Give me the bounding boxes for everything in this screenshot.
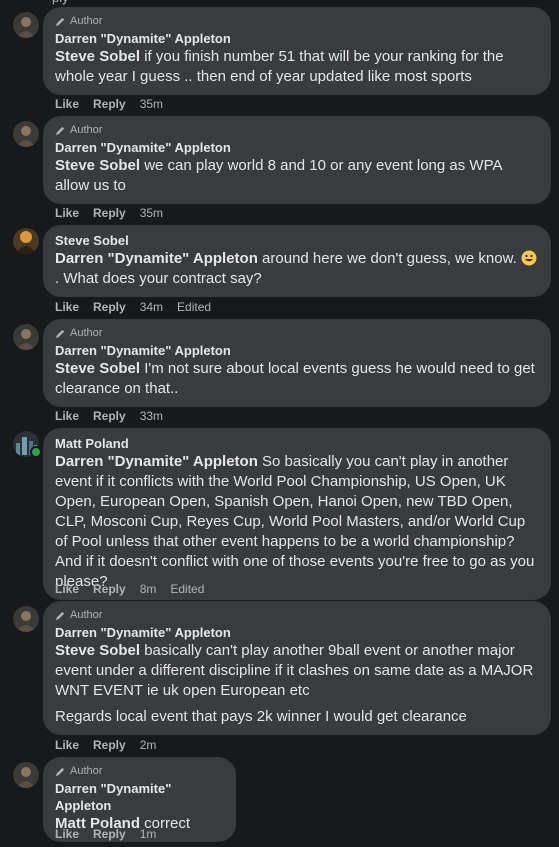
comment-text: Steve Sobel I'm not sure about local eve… <box>55 359 539 399</box>
like-button[interactable]: Like <box>55 205 79 221</box>
clipped-reply-link[interactable]: ply <box>52 0 69 5</box>
author-badge: Author <box>55 123 539 138</box>
comment-timestamp[interactable]: 33m <box>140 408 163 424</box>
comment-actions: Like Reply 35m <box>55 205 177 221</box>
comment-text: Steve Sobel we can play world 8 and 10 o… <box>55 156 539 196</box>
reply-button[interactable]: Reply <box>93 96 126 112</box>
pen-icon <box>55 329 65 339</box>
mention[interactable]: Steve Sobel <box>55 157 140 174</box>
author-badge: Author <box>55 608 539 623</box>
edited-label: Edited <box>170 582 205 596</box>
avatar[interactable] <box>13 121 39 147</box>
avatar[interactable] <box>13 12 39 38</box>
comment-author[interactable]: Darren "Dynamite" Appleton <box>55 624 539 641</box>
comment-bubble: Author Darren "Dynamite" Appleton Steve … <box>43 7 551 95</box>
reply-button[interactable]: Reply <box>93 205 126 221</box>
comment-paragraph-2: Regards local event that pays 2k winner … <box>55 708 467 725</box>
comment-bubble: Matt Poland Darren "Dynamite" Appleton S… <box>43 428 551 600</box>
comment-thread: ply Author Darren "Dynamite" Appleton St… <box>0 0 559 847</box>
comment-author[interactable]: Darren "Dynamite" Appleton <box>55 342 539 359</box>
comment-text-content: around here we don't guess, we know. <box>257 250 517 267</box>
author-badge: Author <box>55 764 224 779</box>
avatar[interactable] <box>13 228 39 254</box>
comment-timestamp[interactable]: 35m <box>140 205 163 221</box>
reply-button[interactable]: Reply <box>93 299 126 315</box>
comment-author[interactable]: Darren "Dynamite" Appleton <box>55 30 539 47</box>
comment-bubble: Author Darren "Dynamite" Appleton Steve … <box>43 601 551 735</box>
comment-text: Darren "Dynamite" Appleton around here w… <box>55 249 539 289</box>
reply-button[interactable]: Reply <box>93 826 126 842</box>
smiling-face-emoji <box>521 250 537 266</box>
mention[interactable]: Steve Sobel <box>55 360 140 377</box>
comment-author[interactable]: Steve Sobel <box>55 232 539 249</box>
reply-button[interactable]: Reply <box>93 737 126 753</box>
author-badge: Author <box>55 326 539 341</box>
comment-bubble: Author Darren "Dynamite" Appleton Steve … <box>43 116 551 204</box>
avatar[interactable] <box>13 606 39 632</box>
comment-text-content: So basically you can't play in another e… <box>55 453 535 590</box>
reply-button[interactable]: Reply <box>93 408 126 424</box>
pen-icon <box>55 17 65 27</box>
author-badge: Author <box>55 14 539 29</box>
mention[interactable]: Steve Sobel <box>55 642 140 659</box>
pen-icon <box>55 611 65 621</box>
edited-label: Edited <box>177 300 212 314</box>
comment-actions: Like Reply 8m Edited <box>55 581 218 597</box>
comment-actions: Like Reply 35m <box>55 96 177 112</box>
comment-bubble: Author Darren "Dynamite" Appleton Steve … <box>43 319 551 407</box>
online-status-indicator <box>30 446 42 458</box>
comment-text: Steve Sobel if you finish number 51 that… <box>55 47 539 87</box>
comment-text: Darren "Dynamite" Appleton So basically … <box>55 452 539 592</box>
comment-author[interactable]: Darren "Dynamite" Appleton <box>55 139 539 156</box>
comment-timestamp[interactable]: 34m <box>140 299 163 315</box>
comment-text: Steve Sobel basically can't play another… <box>55 641 539 727</box>
pen-icon <box>55 126 65 136</box>
comment-timestamp[interactable]: 35m <box>140 96 163 112</box>
comment-text-continuation: . What does your contract say? <box>55 270 262 287</box>
like-button[interactable]: Like <box>55 737 79 753</box>
like-button[interactable]: Like <box>55 408 79 424</box>
author-badge-label: Author <box>70 15 103 27</box>
comment-actions: Like Reply 2m <box>55 737 170 753</box>
like-button[interactable]: Like <box>55 581 79 597</box>
author-badge-label: Author <box>70 609 103 621</box>
like-button[interactable]: Like <box>55 96 79 112</box>
avatar[interactable] <box>13 762 39 788</box>
pen-icon <box>55 767 65 777</box>
comment-actions: Like Reply 34m Edited <box>55 299 225 315</box>
avatar[interactable] <box>13 324 39 350</box>
mention[interactable]: Darren "Dynamite" Appleton <box>55 250 258 267</box>
comment-actions: Like Reply 1m <box>55 826 170 842</box>
reply-button[interactable]: Reply <box>93 581 126 597</box>
comment-timestamp[interactable]: 1m <box>140 826 157 842</box>
comment-actions: Like Reply 33m <box>55 408 177 424</box>
like-button[interactable]: Like <box>55 299 79 315</box>
author-badge-label: Author <box>70 327 103 339</box>
comment-author[interactable]: Matt Poland <box>55 435 539 452</box>
comment-bubble: Steve Sobel Darren "Dynamite" Appleton a… <box>43 225 551 297</box>
comment-timestamp[interactable]: 8m <box>140 581 157 597</box>
mention[interactable]: Steve Sobel <box>55 48 140 65</box>
mention[interactable]: Darren "Dynamite" Appleton <box>55 453 258 470</box>
author-badge-label: Author <box>70 124 103 136</box>
comment-timestamp[interactable]: 2m <box>140 737 157 753</box>
comment-author[interactable]: Darren "Dynamite" Appleton <box>55 780 224 814</box>
author-badge-label: Author <box>70 765 103 777</box>
like-button[interactable]: Like <box>55 826 79 842</box>
